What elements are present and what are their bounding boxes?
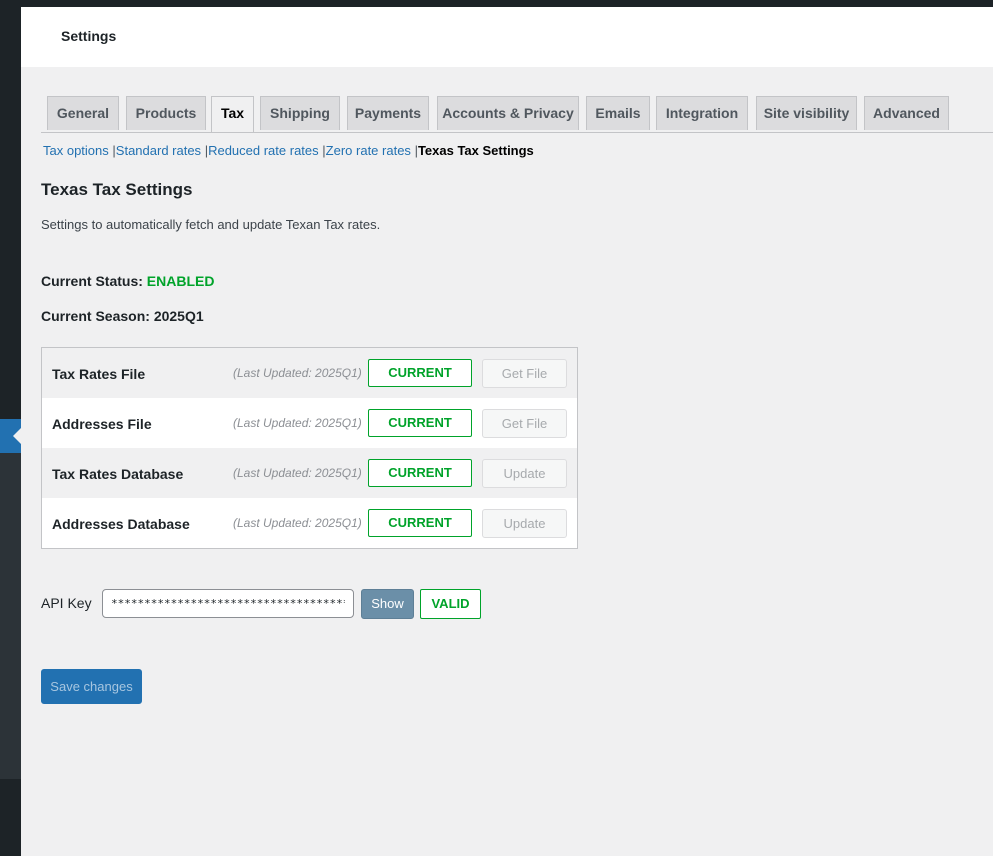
- subnav-zero-rate-rates[interactable]: Zero rate rates: [326, 143, 411, 158]
- status-label: Current Status:: [41, 273, 143, 289]
- update-button[interactable]: Update: [482, 459, 567, 488]
- api-key-label: API Key: [41, 595, 92, 611]
- update-button[interactable]: Update: [482, 509, 567, 538]
- tab-shipping[interactable]: Shipping: [260, 96, 340, 130]
- subnav-tax-options[interactable]: Tax options: [43, 143, 109, 158]
- subnav-standard-rates[interactable]: Standard rates: [116, 143, 201, 158]
- api-key-valid-badge: VALID: [420, 589, 481, 619]
- table-row: Addresses File (Last Updated: 2025Q1) CU…: [42, 398, 577, 448]
- section-heading: Texas Tax Settings: [41, 180, 193, 199]
- table-row: Addresses Database (Last Updated: 2025Q1…: [42, 498, 577, 548]
- page-header: Settings: [21, 7, 993, 67]
- tab-products[interactable]: Products: [126, 96, 206, 130]
- tab-integration[interactable]: Integration: [656, 96, 748, 130]
- file-name: Addresses File: [52, 416, 152, 432]
- last-updated: (Last Updated: 2025Q1): [233, 416, 362, 430]
- subnav-texas-tax-settings[interactable]: Texas Tax Settings: [418, 143, 534, 158]
- admin-submenu: [0, 452, 21, 779]
- get-file-button[interactable]: Get File: [482, 409, 567, 438]
- file-name: Tax Rates Database: [52, 466, 184, 482]
- last-updated: (Last Updated: 2025Q1): [233, 366, 362, 380]
- status-value: ENABLED: [146, 273, 215, 289]
- table-row: Tax Rates Database (Last Updated: 2025Q1…: [42, 448, 577, 498]
- last-updated: (Last Updated: 2025Q1): [233, 466, 362, 480]
- tab-accounts-privacy[interactable]: Accounts & Privacy: [437, 96, 579, 130]
- file-name: Tax Rates File: [52, 366, 146, 382]
- files-status-table: Tax Rates File (Last Updated: 2025Q1) CU…: [41, 347, 578, 549]
- page-title: Settings: [61, 28, 117, 44]
- main-content: Settings General Products Tax Shipping P…: [21, 7, 993, 856]
- season-label: Current Season:: [41, 308, 150, 324]
- section-description: Settings to automatically fetch and upda…: [41, 217, 381, 232]
- status-badge: CURRENT: [368, 409, 472, 437]
- tab-emails[interactable]: Emails: [586, 96, 650, 130]
- api-key-input[interactable]: [102, 589, 354, 618]
- file-name: Addresses Database: [52, 516, 190, 532]
- last-updated: (Last Updated: 2025Q1): [233, 516, 362, 530]
- admin-sidebar: [0, 7, 21, 856]
- tax-subnav: Tax options |Standard rates |Reduced rat…: [43, 143, 534, 158]
- table-row: Tax Rates File (Last Updated: 2025Q1) CU…: [42, 348, 577, 398]
- save-changes-button[interactable]: Save changes: [41, 669, 142, 704]
- admin-top-bar: [0, 0, 993, 7]
- settings-tabs: General Products Tax Shipping Payments A…: [41, 96, 993, 133]
- tab-payments[interactable]: Payments: [347, 96, 429, 130]
- subnav-reduced-rate-rates[interactable]: Reduced rate rates: [208, 143, 319, 158]
- tab-tax[interactable]: Tax: [211, 96, 254, 132]
- tab-site-visibility[interactable]: Site visibility: [756, 96, 857, 130]
- status-badge: CURRENT: [368, 359, 472, 387]
- show-api-key-button[interactable]: Show: [361, 589, 414, 619]
- season-value: 2025Q1: [153, 308, 204, 324]
- current-season: Current Season: 2025Q1: [41, 308, 204, 324]
- current-status: Current Status: ENABLED: [41, 273, 214, 289]
- get-file-button[interactable]: Get File: [482, 359, 567, 388]
- current-menu-arrow-icon: [13, 428, 21, 444]
- tab-general[interactable]: General: [47, 96, 119, 130]
- status-badge: CURRENT: [368, 509, 472, 537]
- status-badge: CURRENT: [368, 459, 472, 487]
- tab-advanced[interactable]: Advanced: [864, 96, 949, 130]
